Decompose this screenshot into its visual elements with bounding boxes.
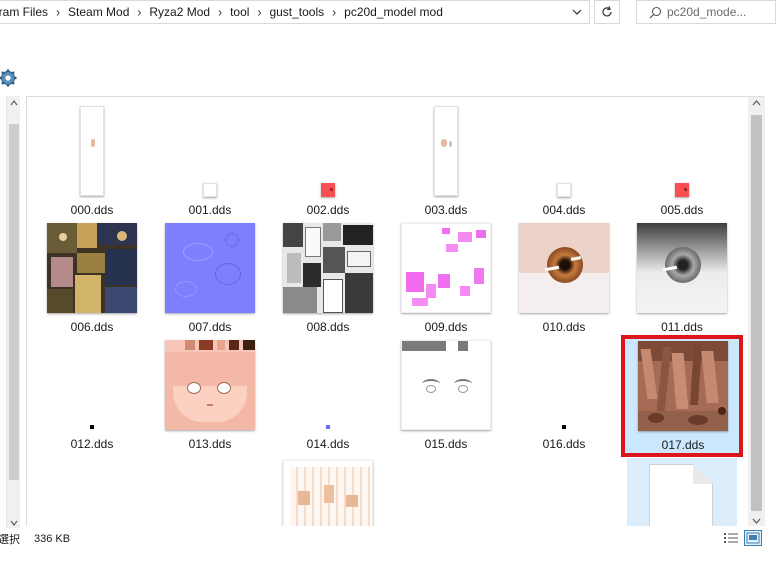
gear-icon[interactable] bbox=[0, 68, 18, 91]
file-item[interactable]: 015.dds bbox=[387, 337, 505, 454]
file-name: 008.dds bbox=[306, 320, 350, 334]
selection-size: 336 KB bbox=[34, 533, 71, 545]
file-thumbnail bbox=[33, 337, 151, 433]
file-list-pane: 000.dds 001.dds 002.dds 003.dds 004.dds … bbox=[26, 96, 764, 526]
file-item-selected[interactable]: 017.dds bbox=[623, 337, 741, 454]
file-explorer-window: gram Files › Steam Mod › Ryza2 Mod › too… bbox=[0, 0, 776, 572]
file-thumbnail bbox=[623, 454, 741, 526]
window-bottom-area bbox=[0, 552, 776, 572]
file-name: 016.dds bbox=[542, 437, 586, 451]
file-item[interactable]: 005.dds bbox=[623, 103, 741, 220]
file-thumbnail bbox=[269, 220, 387, 316]
file-item[interactable]: 008.dds bbox=[269, 220, 387, 337]
file-item[interactable]: 007.dds bbox=[151, 220, 269, 337]
file-thumbnail bbox=[505, 103, 623, 199]
file-pane-scrollbar[interactable] bbox=[748, 97, 765, 526]
file-item[interactable]: 004.dds bbox=[505, 103, 623, 220]
file-name: 001.dds bbox=[188, 203, 232, 217]
file-name: 012.dds bbox=[70, 437, 114, 451]
file-item[interactable]: 012.dds bbox=[33, 337, 151, 454]
view-switcher bbox=[722, 530, 762, 546]
file-name: 005.dds bbox=[660, 203, 704, 217]
search-box[interactable] bbox=[636, 0, 776, 24]
file-name: 017.dds bbox=[661, 438, 705, 452]
file-thumbnail bbox=[151, 220, 269, 316]
scrollbar-thumb[interactable] bbox=[9, 124, 19, 480]
file-thumbnail bbox=[387, 220, 505, 316]
breadcrumb-current-folder[interactable]: pc20d_model mod bbox=[338, 1, 449, 23]
chevron-right-icon[interactable]: › bbox=[54, 4, 62, 19]
file-thumbnail bbox=[269, 454, 387, 526]
file-name: 007.dds bbox=[188, 320, 232, 334]
file-item[interactable]: 014.dds bbox=[269, 337, 387, 454]
file-thumbnail bbox=[269, 103, 387, 199]
file-thumbnail bbox=[624, 338, 742, 434]
file-name: 015.dds bbox=[424, 437, 468, 451]
file-thumbnail bbox=[387, 337, 505, 433]
details-view-icon[interactable] bbox=[722, 530, 740, 546]
address-bar[interactable]: gram Files › Steam Mod › Ryza2 Mod › too… bbox=[0, 0, 590, 24]
file-name: 014.dds bbox=[306, 437, 350, 451]
dropdown-icon[interactable] bbox=[569, 4, 585, 20]
file-item[interactable]: 003.dds bbox=[387, 103, 505, 220]
file-name: 003.dds bbox=[424, 203, 468, 217]
file-name: 004.dds bbox=[542, 203, 586, 217]
breadcrumb-program-files[interactable]: gram Files bbox=[0, 1, 54, 23]
file-thumbnail bbox=[269, 337, 387, 433]
file-item[interactable]: 009.dds bbox=[387, 220, 505, 337]
file-thumbnail bbox=[33, 220, 151, 316]
scroll-up-icon[interactable] bbox=[752, 100, 761, 106]
file-name: 002.dds bbox=[306, 203, 350, 217]
file-thumbnail bbox=[623, 220, 741, 316]
search-input[interactable] bbox=[667, 5, 767, 19]
breadcrumb-tool[interactable]: tool bbox=[224, 1, 255, 23]
file-thumbnail bbox=[151, 337, 269, 433]
search-icon bbox=[643, 1, 667, 23]
file-name: 010.dds bbox=[542, 320, 586, 334]
large-icons-view-icon[interactable] bbox=[744, 530, 762, 546]
file-item[interactable]: 002.dds bbox=[269, 103, 387, 220]
refresh-button[interactable] bbox=[594, 0, 620, 24]
navigation-pane-scrollbar[interactable] bbox=[6, 96, 20, 528]
file-item[interactable]: 013.dds bbox=[151, 337, 269, 454]
file-item[interactable]: 011.dds bbox=[623, 220, 741, 337]
file-item[interactable] bbox=[623, 454, 741, 526]
file-thumbnail bbox=[33, 103, 151, 199]
file-item[interactable]: 010.dds bbox=[505, 220, 623, 337]
file-thumbnail bbox=[151, 103, 269, 199]
chevron-right-icon[interactable]: › bbox=[255, 4, 263, 19]
selection-status: 選択 bbox=[0, 534, 20, 546]
breadcrumb-steam-mod[interactable]: Steam Mod bbox=[62, 1, 135, 23]
file-name: 013.dds bbox=[188, 437, 232, 451]
file-item[interactable] bbox=[269, 454, 387, 526]
file-name: 000.dds bbox=[70, 203, 114, 217]
chevron-right-icon[interactable]: › bbox=[135, 4, 143, 19]
breadcrumb-ryza2-mod[interactable]: Ryza2 Mod bbox=[143, 1, 216, 23]
status-bar: 選択 336 KB bbox=[0, 528, 776, 550]
file-thumbnail bbox=[387, 103, 505, 199]
refresh-icon bbox=[602, 6, 612, 17]
file-name: 006.dds bbox=[70, 320, 114, 334]
breadcrumb: gram Files › Steam Mod › Ryza2 Mod › too… bbox=[0, 1, 449, 23]
file-thumbnail bbox=[505, 220, 623, 316]
file-item[interactable]: 001.dds bbox=[151, 103, 269, 220]
file-item[interactable]: 000.dds bbox=[33, 103, 151, 220]
file-item[interactable]: 016.dds bbox=[505, 337, 623, 454]
file-name: 009.dds bbox=[424, 320, 468, 334]
file-thumbnail bbox=[505, 337, 623, 433]
chevron-right-icon[interactable]: › bbox=[216, 4, 224, 19]
scrollbar-thumb[interactable] bbox=[751, 115, 762, 511]
chevron-right-icon[interactable]: › bbox=[330, 4, 338, 19]
breadcrumb-gust-tools[interactable]: gust_tools bbox=[263, 1, 330, 23]
scroll-down-icon[interactable] bbox=[752, 518, 761, 524]
file-item[interactable]: 006.dds bbox=[33, 220, 151, 337]
file-thumbnail bbox=[623, 103, 741, 199]
file-name: 011.dds bbox=[661, 320, 703, 334]
